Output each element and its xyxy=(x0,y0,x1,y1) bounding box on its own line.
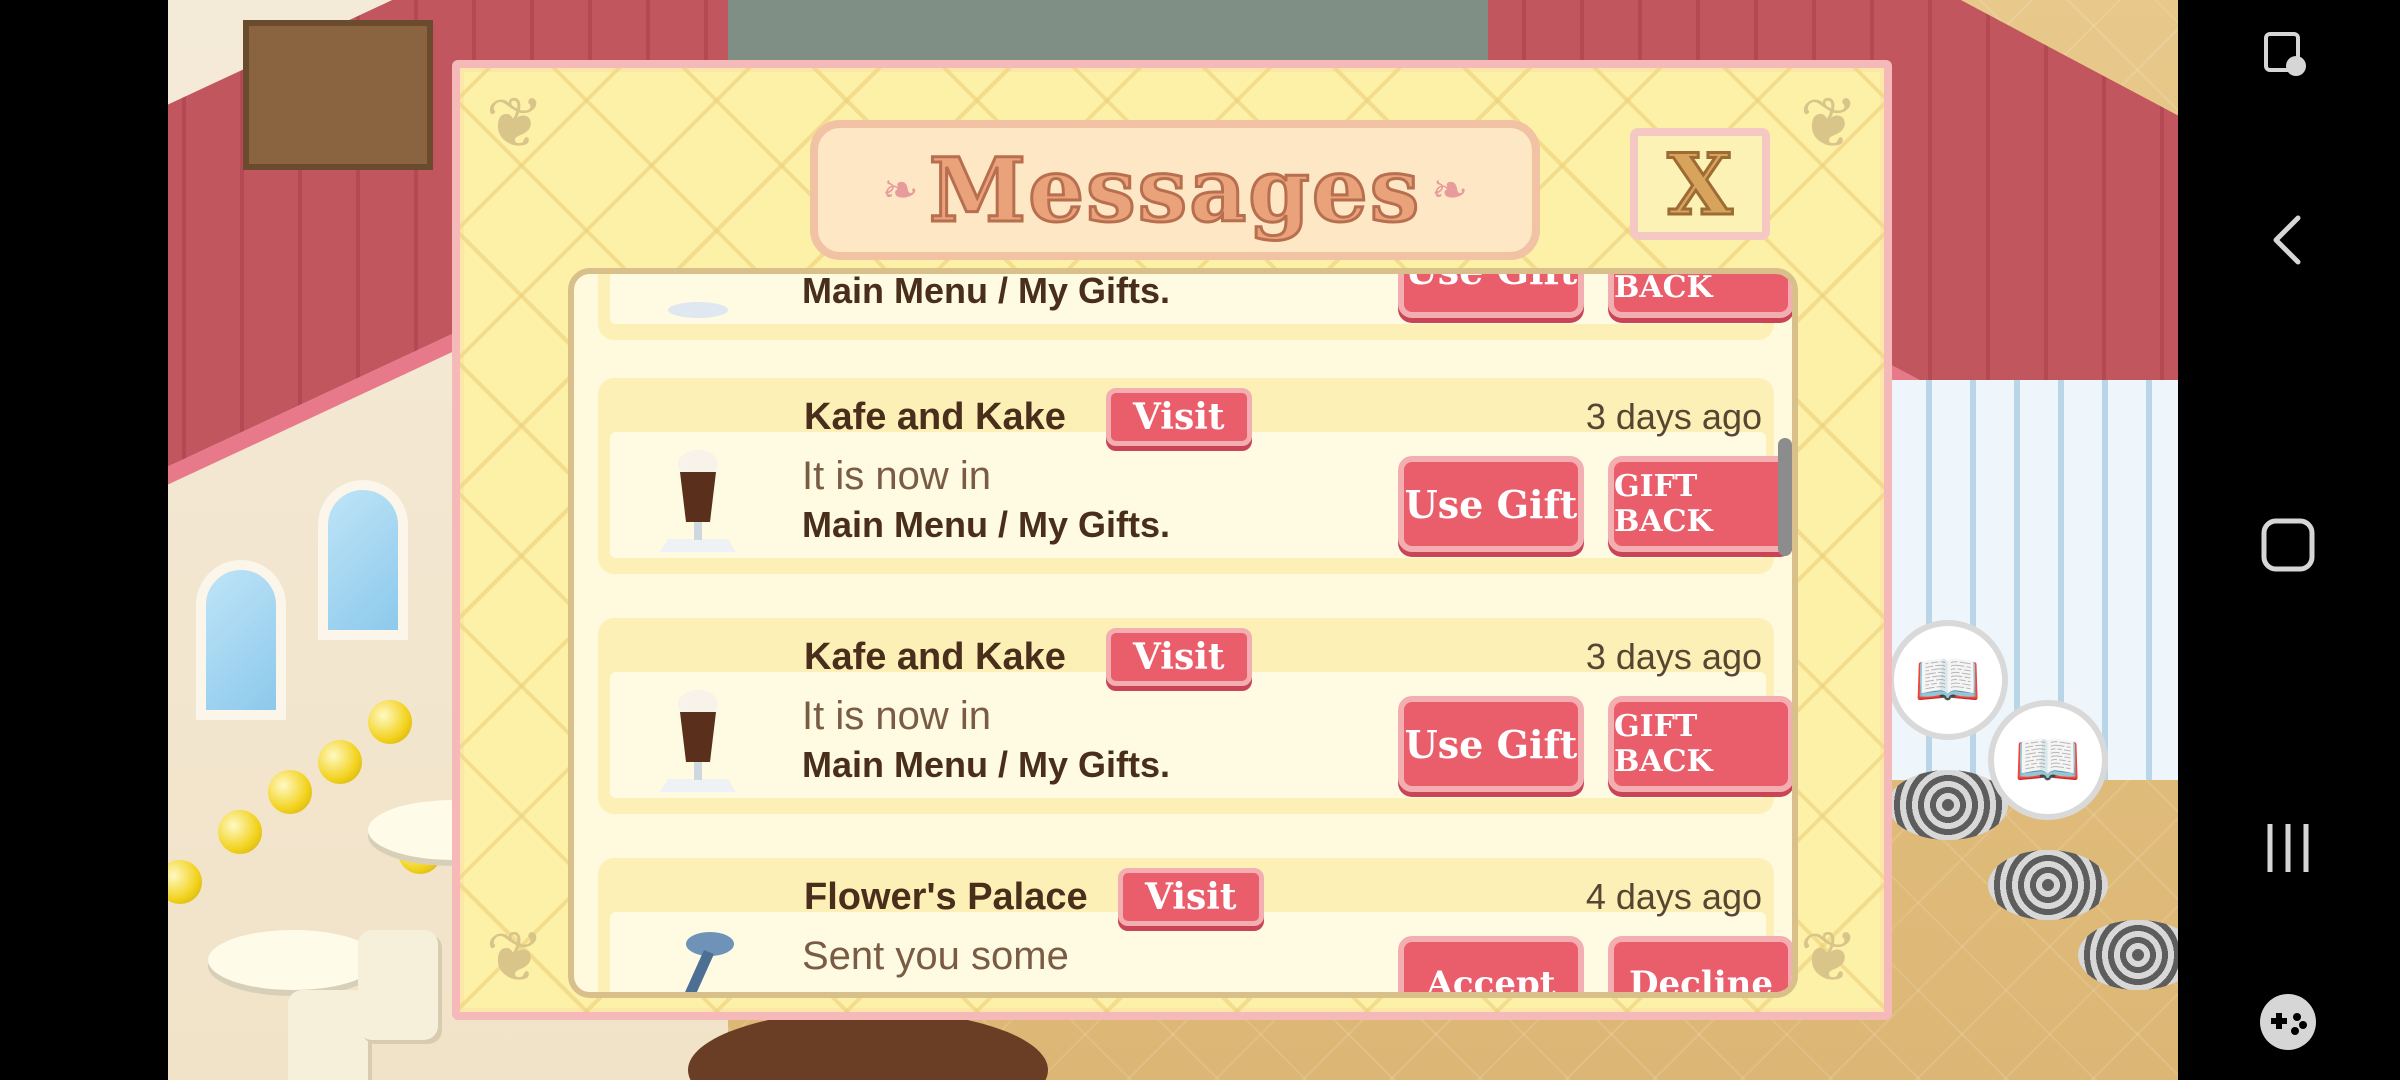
cafe-chair xyxy=(288,990,368,1080)
message-item: Main Menu / My Gifts. Use Gift GIFT BACK xyxy=(598,270,1792,340)
stove-burner xyxy=(1988,850,2108,920)
dialog-title: Messages xyxy=(927,137,1422,244)
iced-coffee-icon xyxy=(660,690,736,792)
message-body xyxy=(610,274,1766,324)
messages-dialog: ❦ ❦ ❦ ❦ ❧ Messages ❧ X Main Menu / My Gi… xyxy=(452,60,1892,1020)
gift-back-button[interactable]: GIFT BACK xyxy=(1608,696,1792,792)
message-time: 4 days ago xyxy=(1585,876,1762,917)
visit-button[interactable]: Visit xyxy=(1118,868,1264,926)
use-gift-button[interactable]: Use Gift xyxy=(1398,696,1584,792)
home-icon[interactable] xyxy=(2248,505,2328,585)
recipe-book-icon[interactable]: 📖 xyxy=(1988,700,2108,820)
recents-icon[interactable] xyxy=(2248,808,2328,888)
message-body xyxy=(610,672,1766,798)
recipe-book-icon[interactable]: 📖 xyxy=(1888,620,2008,740)
message-location: Main Menu / My Gifts. xyxy=(802,744,1171,785)
decline-button[interactable]: Decline xyxy=(1608,936,1792,992)
cafe-table xyxy=(208,930,378,990)
cafe-chair xyxy=(358,930,438,1040)
visit-button[interactable]: Visit xyxy=(1106,388,1252,446)
back-icon[interactable] xyxy=(2248,200,2328,280)
flourish-icon: ❧ xyxy=(1431,164,1469,216)
lamp-bulb xyxy=(318,740,362,784)
title-plaque: ❧ Messages ❧ xyxy=(810,120,1540,260)
corner-ornament: ❦ xyxy=(1799,82,1859,164)
corner-ornament: ❦ xyxy=(485,916,545,998)
message-time: 3 days ago xyxy=(1585,396,1762,437)
stove-burner xyxy=(1888,770,2008,840)
system-navigation-bar xyxy=(2178,0,2400,1080)
gift-icon xyxy=(668,302,728,318)
window xyxy=(196,560,286,720)
message-text: It is now in xyxy=(802,454,991,498)
window xyxy=(318,480,408,640)
produce-crate xyxy=(243,20,433,170)
message-item: Flower's Palace Visit 4 days ago Sent yo… xyxy=(598,858,1792,992)
flourish-icon: ❧ xyxy=(881,164,919,216)
gift-back-button[interactable]: GIFT BACK xyxy=(1608,456,1792,552)
visit-button[interactable]: Visit xyxy=(1106,628,1252,686)
iced-coffee-icon xyxy=(660,450,736,552)
close-icon: X xyxy=(1666,133,1734,235)
screen-touch-icon[interactable] xyxy=(2248,16,2328,96)
use-gift-button[interactable]: Use Gift xyxy=(1398,456,1584,552)
message-list[interactable]: Main Menu / My Gifts. Use Gift GIFT BACK… xyxy=(568,268,1798,998)
message-time: 3 days ago xyxy=(1585,636,1762,677)
message-item: Kafe and Kake Visit 3 days ago It is now… xyxy=(598,378,1792,574)
message-text: Sent you some xyxy=(802,934,1069,978)
message-list-scrollbar[interactable] xyxy=(1778,438,1792,556)
accept-button[interactable]: Accept xyxy=(1398,936,1584,992)
screw-icon xyxy=(685,932,734,992)
lamp-bulb xyxy=(268,770,312,814)
message-sender: Kafe and Kake xyxy=(804,396,1066,438)
game-launcher-icon[interactable] xyxy=(2248,982,2328,1062)
close-button[interactable]: X xyxy=(1630,128,1770,240)
message-sender: Flower's Palace xyxy=(804,876,1088,918)
message-sender: Kafe and Kake xyxy=(804,636,1066,678)
message-body xyxy=(610,432,1766,558)
gift-back-button[interactable]: GIFT BACK xyxy=(1608,274,1792,318)
corner-ornament: ❦ xyxy=(485,82,545,164)
lamp-bulb xyxy=(218,810,262,854)
lamp-bulb xyxy=(368,700,412,744)
use-gift-button[interactable]: Use Gift xyxy=(1398,274,1584,318)
message-location: Main Menu / My Gifts. xyxy=(802,504,1171,545)
message-text: It is now in xyxy=(802,694,991,738)
message-location: Main Menu / My Gifts. xyxy=(802,270,1171,311)
message-item: Kafe and Kake Visit 3 days ago It is now… xyxy=(598,618,1792,814)
